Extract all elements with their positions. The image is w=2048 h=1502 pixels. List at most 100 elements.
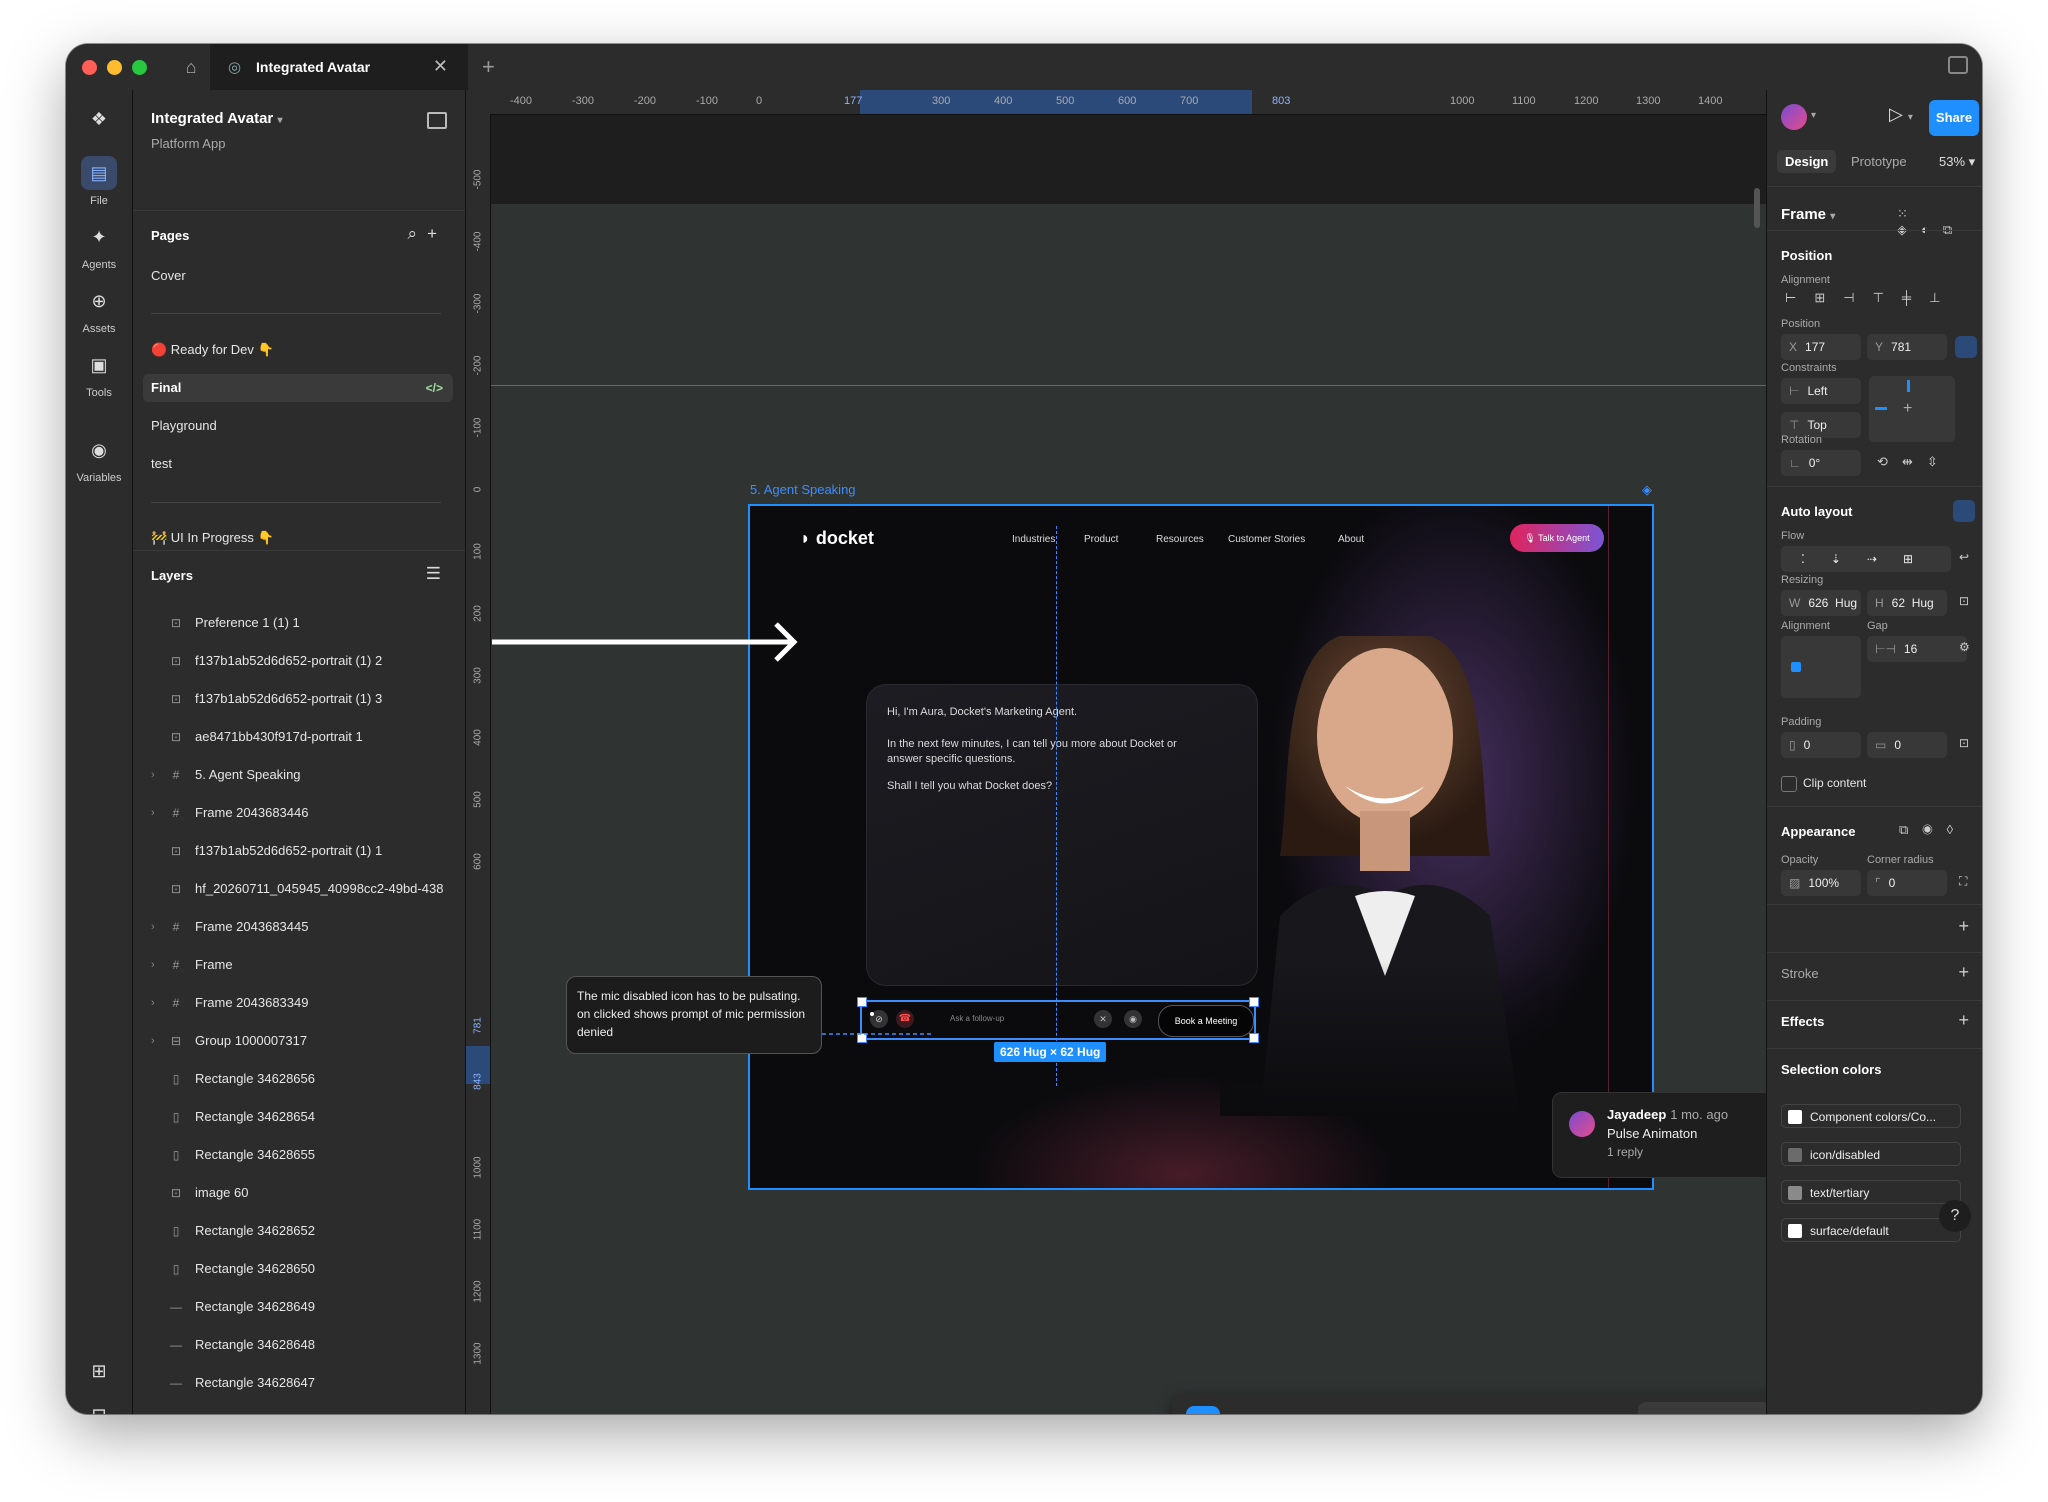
padding-horizontal-field[interactable]: ▯ 0	[1781, 732, 1861, 758]
style-icon[interactable]: ⧉	[1899, 822, 1922, 837]
rail-variables[interactable]: ◉ Variables	[66, 433, 132, 484]
rail-assets[interactable]: ⊕ Assets	[66, 284, 132, 335]
nav-item[interactable]: Resources	[1156, 534, 1204, 545]
blend-icon[interactable]: ◊	[1947, 822, 1967, 837]
chevron-down-icon[interactable]: ▾	[1554, 1408, 1559, 1414]
layer-row[interactable]: — Rectangle 34628647	[133, 1368, 465, 1398]
corner-radius-field[interactable]: ⌜ 0	[1867, 870, 1947, 896]
follow-up-input[interactable]: Ask a follow-up	[950, 1014, 1004, 1023]
flow-horizontal-icon[interactable]: ⇢	[1867, 552, 1903, 566]
chevron-right-icon[interactable]: ›	[151, 988, 155, 1018]
position-toggle-icon[interactable]	[1955, 336, 1977, 358]
page-item[interactable]: test	[143, 450, 453, 478]
layer-row[interactable]: ⊡ hf_20260711_045945_40998cc2-49bd-438	[133, 874, 465, 904]
width-field[interactable]: W 626 Hug	[1781, 590, 1861, 616]
close-tab-icon[interactable]: ✕	[433, 56, 448, 77]
chevron-down-icon[interactable]: ▾	[1290, 1408, 1295, 1414]
clear-icon[interactable]: ✕	[1094, 1010, 1112, 1028]
layer-row[interactable]: › ⊟ Group 1000007317	[133, 1026, 465, 1056]
opacity-field[interactable]: ▨ 100%	[1781, 870, 1861, 896]
layer-row[interactable]: › # Frame	[133, 950, 465, 980]
align-top-icon[interactable]: ⊤	[1873, 290, 1902, 305]
y-position-field[interactable]: Y 781	[1867, 334, 1947, 360]
add-stroke-icon[interactable]: +	[1958, 962, 1969, 983]
file-tab[interactable]: ◎ Integrated Avatar ✕	[210, 44, 468, 90]
vertical-scrollbar[interactable]	[1754, 188, 1760, 228]
x-position-field[interactable]: X 177	[1781, 334, 1861, 360]
flip-horizontal-icon[interactable]: ⇹	[1902, 454, 1927, 469]
add-page-icon[interactable]: +	[427, 224, 447, 243]
actions-tool-icon[interactable]: ⁘	[1572, 1406, 1606, 1414]
sidebar-toggle-icon[interactable]	[1948, 56, 1968, 74]
layer-row[interactable]: › # Frame 2043683446	[133, 798, 465, 828]
layer-row[interactable]: ⊡ image 60	[133, 1178, 465, 1208]
gap-field[interactable]: ⊢⊣ 16	[1867, 636, 1967, 662]
padding-individual-icon[interactable]: ⊡	[1959, 736, 1969, 750]
resize-handle[interactable]	[1249, 997, 1259, 1007]
clip-content-checkbox[interactable]	[1781, 776, 1797, 792]
rectangle-tool-icon[interactable]: □	[1308, 1406, 1342, 1414]
tab-prototype[interactable]: Prototype	[1843, 150, 1915, 173]
comment-thread[interactable]: Jayadeep 1 mo. ago Pulse Animaton 1 reply	[1552, 1092, 1766, 1178]
layer-row[interactable]: › #5. Agent Speaking	[133, 760, 465, 790]
grid-icon[interactable]: ⁙	[1897, 206, 1922, 221]
minimize-window-button[interactable]	[107, 60, 122, 75]
flow-vertical-icon[interactable]: ⇣	[1831, 552, 1867, 566]
page-item[interactable]: Cover	[143, 262, 453, 290]
zoom-level[interactable]: 53% ▾	[1939, 154, 1975, 170]
chevron-down-icon[interactable]: ▾	[1422, 1408, 1427, 1414]
spacing-settings-icon[interactable]: ⚙	[1959, 640, 1970, 654]
color-swatch[interactable]	[1788, 1186, 1802, 1200]
help-button[interactable]: ?	[1939, 1200, 1971, 1232]
independent-corners-icon[interactable]: ⛶	[1959, 874, 1967, 889]
chevron-right-icon[interactable]: ›	[151, 798, 155, 828]
flow-selector[interactable]: ⁚⇣⇢⊞	[1781, 546, 1951, 572]
layer-row[interactable]: ⊡ f137b1ab52d6d652-portrait (1) 3	[133, 684, 465, 714]
resize-handle[interactable]	[1249, 1033, 1259, 1043]
avatar[interactable]	[1781, 104, 1807, 130]
color-swatch[interactable]	[1788, 1148, 1802, 1162]
align-center-h-icon[interactable]: ⊞	[1814, 290, 1843, 305]
present-icon[interactable]: ▷ ▾	[1889, 104, 1913, 125]
rail-file[interactable]: ▤ File	[66, 156, 132, 207]
visibility-icon[interactable]: ◉	[1124, 1010, 1142, 1028]
align-bottom-icon[interactable]: ⊥	[1929, 290, 1958, 305]
file-name[interactable]: Integrated Avatar ▾	[151, 110, 282, 127]
pen-tool-icon[interactable]: ✒	[1374, 1406, 1408, 1414]
layer-row[interactable]: ⊡ f137b1ab52d6d652-portrait (1) 2	[133, 646, 465, 676]
layer-row[interactable]: ▯ Rectangle 34628655	[133, 1140, 465, 1170]
panel-layout-icon[interactable]	[427, 112, 447, 129]
nav-item[interactable]: Product	[1084, 534, 1118, 545]
color-swatch[interactable]	[1788, 1110, 1802, 1124]
align-right-icon[interactable]: ⊣	[1843, 290, 1872, 305]
maximize-window-button[interactable]	[132, 60, 147, 75]
draw-mode-icon[interactable]: ≋	[1644, 1406, 1678, 1414]
add-fill-icon[interactable]: +	[1958, 916, 1969, 937]
comment-replies[interactable]: 1 reply	[1607, 1145, 1643, 1159]
resize-options-icon[interactable]: ⊡	[1959, 594, 1969, 608]
padding-vertical-field[interactable]: ▭ 0	[1867, 732, 1947, 758]
annotation-note[interactable]: The mic disabled icon has to be pulsatin…	[566, 976, 822, 1054]
add-effect-icon[interactable]: +	[1958, 1010, 1969, 1031]
layer-row[interactable]: ⊡ image 59	[133, 1406, 465, 1414]
page-item-active[interactable]: Final </>	[143, 374, 453, 402]
color-swatch[interactable]	[1788, 1224, 1802, 1238]
comment-tool-icon[interactable]: ◯	[1506, 1406, 1540, 1414]
flip-vertical-icon[interactable]: ⇳	[1927, 454, 1952, 469]
home-icon[interactable]: ⌂	[171, 52, 211, 82]
rotate-icon[interactable]: ⟲	[1877, 454, 1902, 469]
chevron-right-icon[interactable]: ›	[151, 760, 155, 790]
constraint-widget[interactable]: +	[1869, 376, 1955, 442]
layer-row[interactable]: ⊡ Preference 1 (1) 1	[133, 608, 465, 638]
selection-color-row[interactable]: icon/disabled	[1781, 1142, 1961, 1166]
layer-row[interactable]: ▯ Rectangle 34628656	[133, 1064, 465, 1094]
height-field[interactable]: H 62 Hug	[1867, 590, 1947, 616]
agent-speaking-frame[interactable]: ◗ docket Industries Product Resources Cu…	[748, 504, 1654, 1190]
canvas[interactable]: -400 -300 -200 -100 0 177 300 400 500 600 700 803 10…	[466, 90, 1766, 1414]
rail-library[interactable]: ⊟	[66, 1398, 132, 1414]
layer-row[interactable]: ⊡ ae8471bb430f917d-portrait 1	[133, 722, 465, 752]
chevron-down-icon[interactable]: ▾	[1488, 1408, 1493, 1414]
chevron-down-icon[interactable]: ▾	[1811, 110, 1816, 121]
rail-ai-text[interactable]: ⊞	[66, 1354, 132, 1393]
selection-color-row[interactable]: text/tertiary	[1781, 1180, 1961, 1204]
